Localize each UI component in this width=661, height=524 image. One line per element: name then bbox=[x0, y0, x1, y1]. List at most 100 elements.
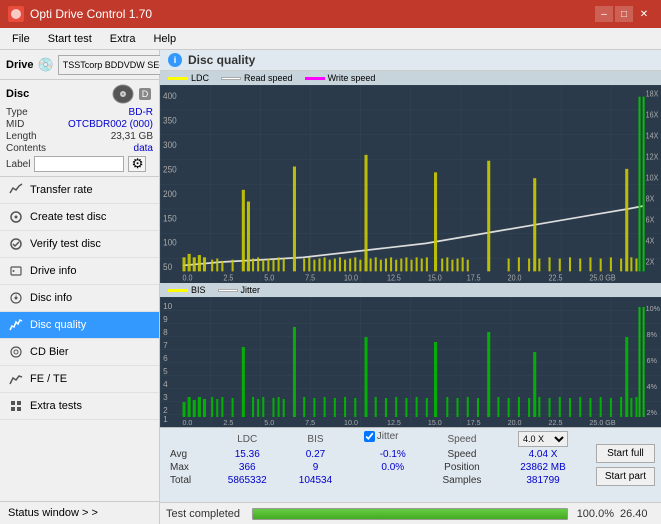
svg-text:150: 150 bbox=[163, 213, 177, 224]
svg-text:0.0: 0.0 bbox=[182, 420, 192, 427]
svg-text:25.0 GB: 25.0 GB bbox=[589, 420, 615, 427]
avg-label: Avg bbox=[166, 448, 211, 461]
col-speed-header: Speed bbox=[426, 430, 498, 448]
svg-text:6%: 6% bbox=[647, 358, 658, 365]
type-label: Type bbox=[6, 107, 28, 118]
start-part-button[interactable]: Start part bbox=[596, 467, 655, 486]
avg-bis: 0.27 bbox=[284, 448, 348, 461]
app-title: Opti Drive Control 1.70 bbox=[30, 7, 152, 21]
transfer-rate-icon bbox=[8, 182, 24, 198]
samples-label: Samples bbox=[426, 474, 498, 487]
nav-label-fe-te: FE / TE bbox=[30, 373, 67, 385]
svg-text:i: i bbox=[15, 293, 16, 299]
svg-text:15.0: 15.0 bbox=[428, 420, 442, 427]
status-window-button[interactable]: Status window > > bbox=[0, 501, 159, 524]
disc-panel-title: Disc bbox=[6, 88, 29, 100]
svg-text:10: 10 bbox=[163, 302, 173, 311]
svg-text:7: 7 bbox=[163, 341, 168, 350]
read-speed-color bbox=[221, 77, 241, 80]
sidebar-item-fe-te[interactable]: FE / TE bbox=[0, 366, 159, 393]
nav-label-disc-info: Disc info bbox=[30, 292, 72, 304]
cd-bier-icon bbox=[8, 344, 24, 360]
svg-text:D: D bbox=[142, 89, 149, 99]
svg-text:2: 2 bbox=[163, 406, 168, 415]
avg-speed-label: Speed bbox=[426, 448, 498, 461]
legend-write-speed: Write speed bbox=[305, 73, 376, 83]
status-bar: Test completed 100.0% 26.40 bbox=[160, 502, 661, 524]
svg-text:12.5: 12.5 bbox=[387, 420, 401, 427]
sidebar-item-cd-bier[interactable]: CD Bier bbox=[0, 339, 159, 366]
label-key: Label bbox=[6, 159, 30, 170]
disc-panel-header: Disc D bbox=[6, 84, 153, 104]
progress-percent: 100.0% bbox=[574, 508, 614, 520]
minimize-button[interactable]: – bbox=[595, 6, 613, 22]
svg-text:20.0: 20.0 bbox=[508, 420, 522, 427]
jitter-checkbox[interactable] bbox=[364, 431, 375, 442]
top-chart-svg: 400 350 300 250 200 150 100 50 18X 16X 1… bbox=[160, 85, 661, 283]
window-controls: – □ ✕ bbox=[595, 6, 653, 22]
avg-jitter: -0.1% bbox=[360, 448, 426, 461]
titlebar: Opti Drive Control 1.70 – □ ✕ bbox=[0, 0, 661, 28]
svg-text:4%: 4% bbox=[647, 384, 658, 391]
disc-label-row: Label ⚙ bbox=[6, 156, 153, 172]
start-full-button[interactable]: Start full bbox=[596, 444, 655, 463]
svg-text:5: 5 bbox=[163, 367, 168, 376]
svg-text:6: 6 bbox=[163, 354, 168, 363]
svg-text:4X: 4X bbox=[646, 236, 655, 246]
speed-select-stats[interactable]: 4.0 X bbox=[518, 431, 568, 447]
sidebar-item-verify-test-disc[interactable]: Verify test disc bbox=[0, 231, 159, 258]
sidebar-item-disc-quality[interactable]: Disc quality bbox=[0, 312, 159, 339]
svg-text:400: 400 bbox=[163, 90, 177, 101]
svg-text:3: 3 bbox=[163, 393, 168, 402]
svg-text:20.0: 20.0 bbox=[508, 273, 522, 283]
verify-test-disc-icon bbox=[8, 236, 24, 252]
max-jitter: 0.0% bbox=[360, 461, 426, 474]
drive-bar: Drive 💿 TSSTcorp BDDVDW SE-506CB TS02 ⏏ … bbox=[0, 50, 159, 80]
menu-start-test[interactable]: Start test bbox=[40, 31, 100, 47]
type-value: BD-R bbox=[129, 107, 153, 118]
svg-text:22.5: 22.5 bbox=[549, 420, 563, 427]
disc-contents-row: Contents data bbox=[6, 143, 153, 154]
sidebar-item-extra-tests[interactable]: Extra tests bbox=[0, 393, 159, 420]
close-button[interactable]: ✕ bbox=[635, 6, 653, 22]
sidebar-item-disc-info[interactable]: i Disc info bbox=[0, 285, 159, 312]
nav-label-verify-test-disc: Verify test disc bbox=[30, 238, 101, 250]
stats-row-avg: Avg 15.36 0.27 -0.1% Speed 4.04 X bbox=[166, 448, 588, 461]
col-ldc: LDC bbox=[211, 430, 284, 448]
menu-file[interactable]: File bbox=[4, 31, 38, 47]
svg-text:50: 50 bbox=[163, 262, 172, 273]
svg-text:22.5: 22.5 bbox=[549, 273, 563, 283]
svg-text:8: 8 bbox=[163, 328, 168, 337]
progress-bar bbox=[252, 508, 568, 520]
svg-text:5.0: 5.0 bbox=[264, 273, 274, 283]
sidebar-item-transfer-rate[interactable]: Transfer rate bbox=[0, 177, 159, 204]
avg-ldc: 15.36 bbox=[211, 448, 284, 461]
menu-extra[interactable]: Extra bbox=[102, 31, 144, 47]
chart-header: i Disc quality bbox=[160, 50, 661, 71]
col-bis: BIS bbox=[284, 430, 348, 448]
col-empty bbox=[166, 430, 211, 448]
sidebar-item-create-test-disc[interactable]: Create test disc bbox=[0, 204, 159, 231]
nav-list: Transfer rate Create test disc Verify te… bbox=[0, 177, 159, 420]
progress-bar-fill bbox=[253, 509, 567, 519]
maximize-button[interactable]: □ bbox=[615, 6, 633, 22]
top-legend: LDC Read speed Write speed bbox=[160, 71, 661, 85]
menu-help[interactable]: Help bbox=[145, 31, 184, 47]
sidebar-item-drive-info[interactable]: Drive info bbox=[0, 258, 159, 285]
svg-text:5.0: 5.0 bbox=[264, 420, 274, 427]
stats-row-max: Max 366 9 0.0% Position 23862 MB bbox=[166, 461, 588, 474]
svg-text:300: 300 bbox=[163, 139, 177, 150]
total-ldc: 5865332 bbox=[211, 474, 284, 487]
svg-text:15.0: 15.0 bbox=[428, 273, 442, 283]
max-label: Max bbox=[166, 461, 211, 474]
svg-text:250: 250 bbox=[163, 164, 177, 175]
svg-text:6X: 6X bbox=[646, 215, 655, 225]
contents-value: data bbox=[134, 143, 153, 154]
col-jitter-header: Jitter bbox=[360, 430, 426, 443]
disc-info-icon: i bbox=[8, 290, 24, 306]
svg-text:12X: 12X bbox=[646, 152, 659, 162]
label-input[interactable] bbox=[34, 156, 124, 172]
nav-label-cd-bier: CD Bier bbox=[30, 346, 69, 358]
label-btn[interactable]: ⚙ bbox=[128, 156, 146, 172]
mid-value: OTCBDR002 (000) bbox=[68, 119, 153, 130]
